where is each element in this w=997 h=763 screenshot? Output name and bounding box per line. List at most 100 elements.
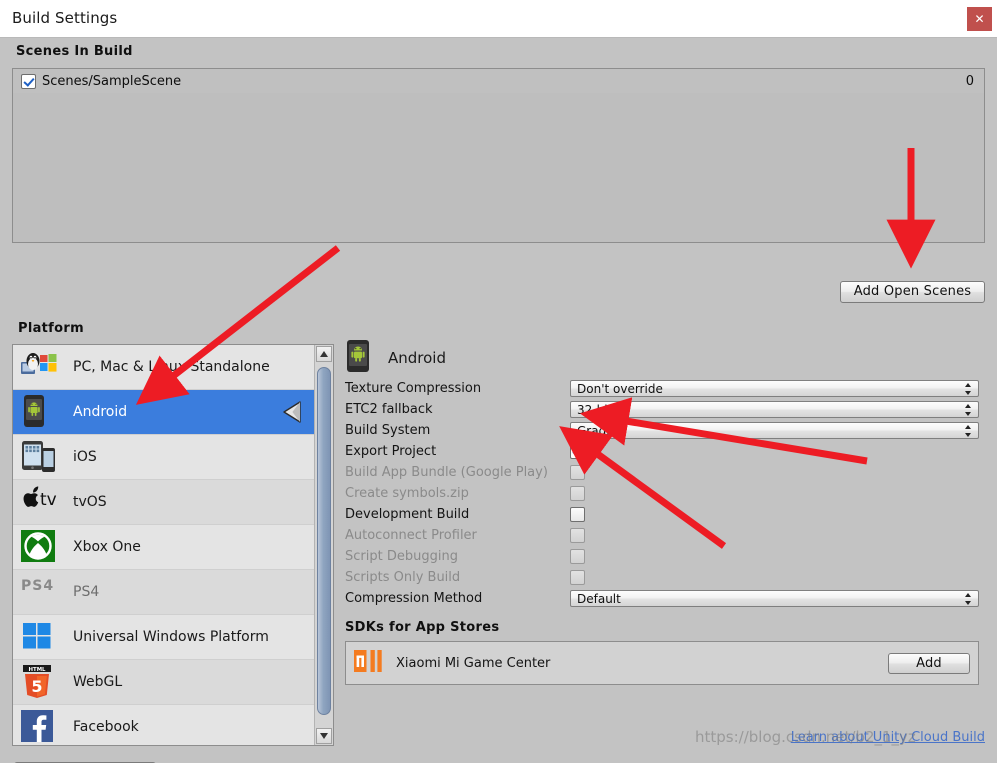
platform-list[interactable]: PC, Mac & Linux Standalone Android iOS tv tv… <box>12 344 334 746</box>
sdks-header: SDKs for App Stores <box>345 620 500 635</box>
platform-label: PC, Mac & Linux Standalone <box>73 359 270 375</box>
selected-platform-name: Android <box>388 349 446 367</box>
build-settings-window: Build Settings ✕ Scenes In Build Scenes/… <box>0 0 997 763</box>
platform-label: iOS <box>73 449 97 465</box>
sdk-list: Xiaomi Mi Game Center Add <box>345 641 979 685</box>
svg-text:5: 5 <box>31 677 42 696</box>
platform-list-item[interactable]: iOS <box>13 435 316 480</box>
scene-index-label: 0 <box>965 73 974 89</box>
scenes-in-build-header: Scenes In Build <box>16 44 133 59</box>
build-option-row: Compression Method Default <box>345 588 985 609</box>
build-option-row: Texture Compression Don't override <box>345 378 985 399</box>
platform-list-item[interactable]: Facebook <box>13 705 316 745</box>
page-title: Build Settings <box>12 9 118 27</box>
platform-label: tvOS <box>73 494 107 510</box>
platform-details-panel: Android Texture Compression Don't overrid… <box>345 338 985 685</box>
platform-header: Platform <box>18 321 84 336</box>
build-option-checkbox[interactable] <box>570 444 585 459</box>
android-icon <box>345 340 371 376</box>
unity-cloud-build-link[interactable]: Learn about Unity Cloud Build <box>791 730 985 745</box>
platform-label: PS4 <box>73 584 100 600</box>
build-option-dropdown[interactable]: 32-bit <box>570 401 979 418</box>
html5-icon: HTML 5 <box>21 665 59 699</box>
sdk-name-label: Xiaomi Mi Game Center <box>396 655 551 671</box>
build-option-row: Build System Gradle <box>345 420 985 441</box>
build-option-row: Autoconnect Profiler <box>345 525 985 546</box>
platform-list-item[interactable]: PS4 PS4 <box>13 570 316 615</box>
platform-list-item[interactable]: Android <box>13 390 316 435</box>
scroll-down-button[interactable] <box>316 728 332 744</box>
svg-text:HTML: HTML <box>29 667 47 673</box>
dropdown-value: 32-bit <box>577 403 613 417</box>
build-option-label: Build App Bundle (Google Play) <box>345 465 548 480</box>
build-option-label: Scripts Only Build <box>345 570 461 585</box>
scroll-up-button[interactable] <box>316 346 332 362</box>
chevron-updown-icon <box>964 593 973 605</box>
build-option-label: Create symbols.zip <box>345 486 469 501</box>
platform-label: WebGL <box>73 674 123 690</box>
dropdown-value: Gradle <box>577 424 617 438</box>
scrollbar-thumb[interactable] <box>317 367 331 715</box>
windows-linux-mac-icon <box>21 350 59 384</box>
build-options-group: Texture Compression Don't override ETC2 fa… <box>345 378 985 609</box>
build-option-label: Build System <box>345 423 431 438</box>
platform-label: Xbox One <box>73 539 141 555</box>
build-option-checkbox <box>570 549 585 564</box>
build-option-checkbox <box>570 465 585 480</box>
platform-list-item[interactable]: HTML 5 WebGL <box>13 660 316 705</box>
facebook-icon <box>21 710 59 744</box>
build-option-dropdown[interactable]: Gradle <box>570 422 979 439</box>
build-option-row: Build App Bundle (Google Play) <box>345 462 985 483</box>
sdk-list-item: Xiaomi Mi Game Center Add <box>346 642 978 684</box>
platform-list-item[interactable]: Xbox One <box>13 525 316 570</box>
platform-label: Universal Windows Platform <box>73 629 269 645</box>
build-option-row: ETC2 fallback 32-bit <box>345 399 985 420</box>
platform-label: Facebook <box>73 719 139 735</box>
build-option-dropdown[interactable]: Don't override <box>570 380 979 397</box>
apple-tv-icon: tv <box>21 485 59 519</box>
chevron-updown-icon <box>964 383 973 395</box>
build-option-dropdown[interactable]: Default <box>570 590 979 607</box>
scenes-in-build-list[interactable]: Scenes/SampleScene 0 <box>12 68 985 243</box>
add-open-scenes-button[interactable]: Add Open Scenes <box>840 281 985 303</box>
selected-platform-header: Android <box>345 338 985 378</box>
build-option-row: Create symbols.zip <box>345 483 985 504</box>
build-option-label: Export Project <box>345 444 437 459</box>
unity-logo-icon <box>280 399 306 429</box>
build-option-checkbox <box>570 528 585 543</box>
dropdown-value: Don't override <box>577 382 663 396</box>
android-icon <box>21 395 59 429</box>
ios-devices-icon <box>21 440 59 474</box>
build-option-row: Export Project <box>345 441 985 462</box>
svg-text:PS4: PS4 <box>21 578 54 594</box>
build-option-label: Script Debugging <box>345 549 458 564</box>
build-option-label: Autoconnect Profiler <box>345 528 477 543</box>
scene-path-label: Scenes/SampleScene <box>42 73 182 89</box>
platform-list-item[interactable]: PC, Mac & Linux Standalone <box>13 345 316 390</box>
build-option-row: Scripts Only Build <box>345 567 985 588</box>
build-option-checkbox <box>570 486 585 501</box>
build-option-row: Development Build <box>345 504 985 525</box>
build-option-label: Texture Compression <box>345 381 482 396</box>
sdk-add-button[interactable]: Add <box>888 652 970 674</box>
build-option-label: Compression Method <box>345 591 483 606</box>
scene-enabled-checkbox[interactable] <box>21 73 36 89</box>
platform-label: Android <box>73 404 128 420</box>
ps4-icon: PS4 <box>21 575 59 609</box>
window-body: Scenes In Build Scenes/SampleScene 0 Add… <box>0 38 997 763</box>
xbox-icon <box>21 530 59 564</box>
build-option-row: Script Debugging <box>345 546 985 567</box>
close-icon[interactable]: ✕ <box>967 7 992 31</box>
platform-list-item[interactable]: tv tvOS <box>13 480 316 525</box>
build-option-label: Development Build <box>345 507 470 522</box>
build-option-checkbox[interactable] <box>570 507 585 522</box>
chevron-updown-icon <box>964 404 973 416</box>
build-option-checkbox <box>570 570 585 585</box>
svg-text:tv: tv <box>40 490 57 510</box>
xiaomi-mi-icon <box>354 648 382 678</box>
window-title-bar: Build Settings ✕ <box>0 0 997 38</box>
platform-list-scrollbar[interactable] <box>314 345 333 745</box>
chevron-updown-icon <box>964 425 973 437</box>
scene-list-item[interactable]: Scenes/SampleScene 0 <box>13 69 984 93</box>
platform-list-item[interactable]: Universal Windows Platform <box>13 615 316 660</box>
